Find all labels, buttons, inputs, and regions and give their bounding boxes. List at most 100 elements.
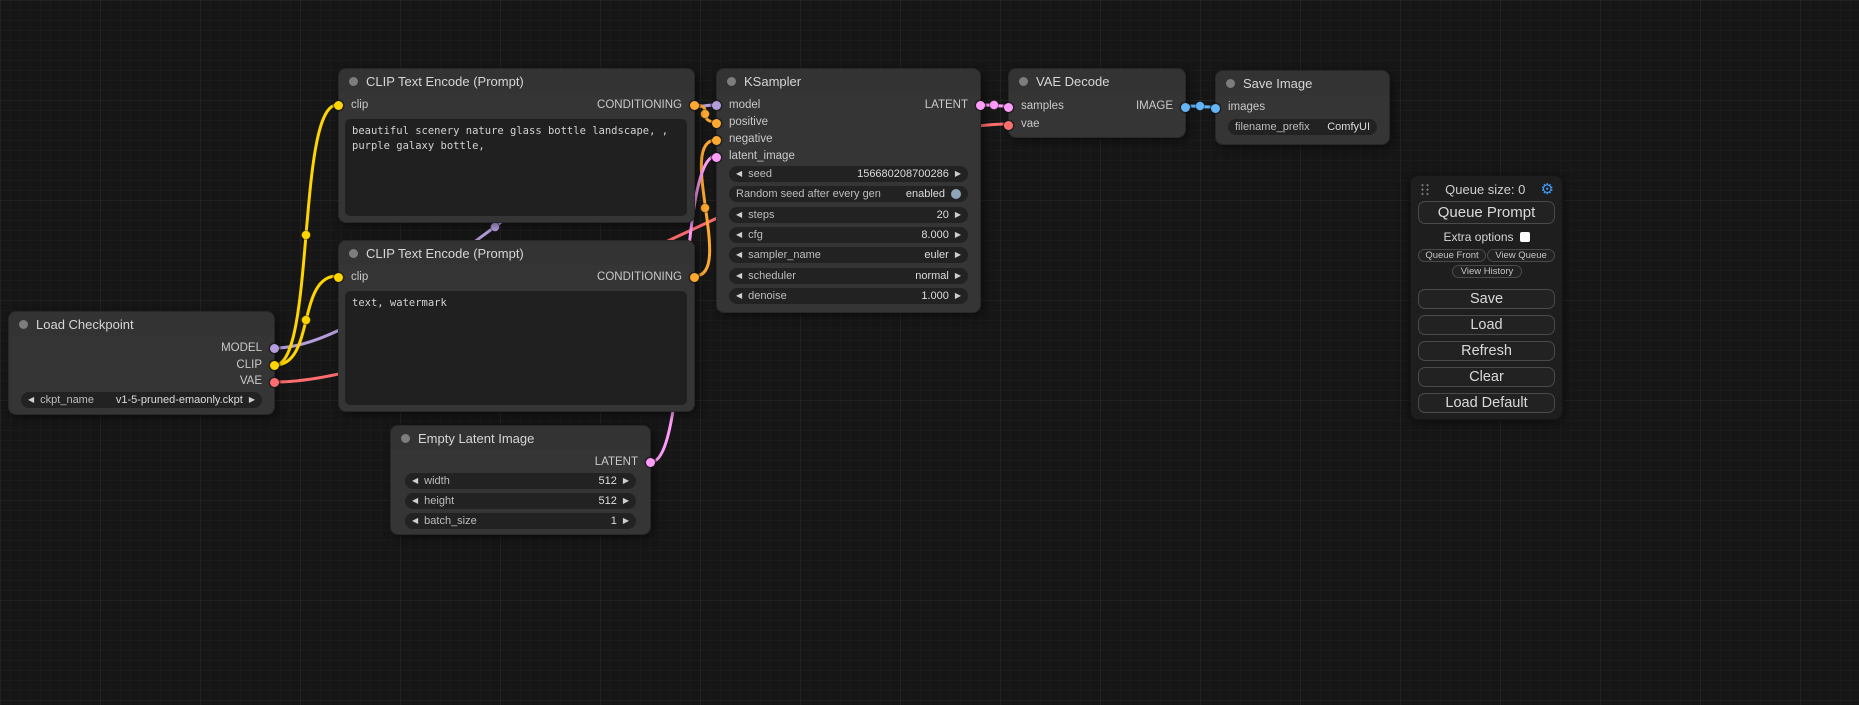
node-title-bar[interactable]: Save Image [1216,71,1389,95]
scheduler-widget[interactable]: ◀ scheduler normal ▶ [729,268,968,284]
slot-dot-latent-output[interactable] [976,101,985,110]
prompt-textarea[interactable]: beautiful scenery nature glass bottle la… [345,119,687,216]
prev-value-arrow-icon[interactable]: ◀ [736,292,742,300]
prev-value-arrow-icon[interactable]: ◀ [736,170,742,178]
prev-value-arrow-icon[interactable]: ◀ [28,396,34,404]
node-title-bar[interactable]: VAE Decode [1009,69,1185,93]
widget-label: cfg [748,229,763,241]
queue-panel-header: Queue size: 0 ⚙ [1419,181,1554,197]
next-value-arrow-icon[interactable]: ▶ [249,396,255,404]
next-value-arrow-icon[interactable]: ▶ [623,497,629,505]
slot-dot-samples-input[interactable] [1004,103,1013,112]
node-vae-decode[interactable]: VAE Decode samples vae IMAGE [1008,68,1186,138]
queue-size-label: Queue size: 0 [1430,182,1541,197]
height-widget[interactable]: ◀ height 512 ▶ [405,493,636,509]
denoise-widget[interactable]: ◀ denoise 1.000 ▶ [729,288,968,304]
slot-dot-latent-output[interactable] [646,458,655,467]
next-value-arrow-icon[interactable]: ▶ [955,272,961,280]
load-default-button[interactable]: Load Default [1418,393,1555,413]
slot-dot-positive-input[interactable] [712,119,721,128]
sampler-name-widget[interactable]: ◀ sampler_name euler ▶ [729,247,968,263]
slot-dot-images-input[interactable] [1211,104,1220,113]
node-title-bar[interactable]: Load Checkpoint [9,312,274,336]
node-save-image[interactable]: Save Image images filename_prefix ComfyU… [1215,70,1390,145]
slot-dot-conditioning-output[interactable] [690,273,699,282]
output-slot-label-conditioning: CONDITIONING [597,271,682,283]
batch-size-widget[interactable]: ◀ batch_size 1 ▶ [405,513,636,529]
extra-options-checkbox[interactable] [1520,232,1530,242]
node-ksampler[interactable]: KSampler model positive negative latent_… [716,68,981,313]
next-value-arrow-icon[interactable]: ▶ [955,292,961,300]
next-value-arrow-icon[interactable]: ▶ [955,231,961,239]
seed-widget[interactable]: ◀ seed 156680208700286 ▶ [729,166,968,182]
prev-value-arrow-icon[interactable]: ◀ [412,477,418,485]
slot-dot-vae-input[interactable] [1004,121,1013,130]
slot-dot-image-output[interactable] [1181,103,1190,112]
next-value-arrow-icon[interactable]: ▶ [623,517,629,525]
node-title: Load Checkpoint [36,317,134,332]
slot-dot-latent-image-input[interactable] [712,153,721,162]
steps-widget[interactable]: ◀ steps 20 ▶ [729,207,968,223]
toggle-knob-icon[interactable] [951,189,961,199]
widget-label: Random seed after every gen [736,188,881,200]
prev-value-arrow-icon[interactable]: ◀ [736,272,742,280]
next-value-arrow-icon[interactable]: ▶ [955,211,961,219]
load-button[interactable]: Load [1418,315,1555,335]
wire-midpoint-dot [302,316,311,325]
node-title-bar[interactable]: KSampler [717,69,980,93]
random-seed-toggle-widget[interactable]: Random seed after every gen enabled [729,186,968,202]
collapse-dot-icon[interactable] [401,434,410,443]
collapse-dot-icon[interactable] [349,249,358,258]
widget-value: 8.000 [769,229,949,241]
node-graph-canvas[interactable]: Load Checkpoint MODEL CLIP VAE ◀ ckpt_na… [0,0,1859,705]
next-value-arrow-icon[interactable]: ▶ [955,170,961,178]
collapse-dot-icon[interactable] [727,77,736,86]
width-widget[interactable]: ◀ width 512 ▶ [405,473,636,489]
slot-dot-model-input[interactable] [712,101,721,110]
slot-dot-clip-input[interactable] [334,101,343,110]
slot-dot-clip-input[interactable] [334,273,343,282]
widget-label: seed [748,168,772,180]
node-title-bar[interactable]: Empty Latent Image [391,426,650,450]
queue-front-button[interactable]: Queue Front [1418,249,1486,262]
node-empty-latent-image[interactable]: Empty Latent Image LATENT ◀ width 512 ▶ … [390,425,651,535]
view-history-button[interactable]: View History [1452,265,1522,278]
prev-value-arrow-icon[interactable]: ◀ [736,231,742,239]
ckpt-name-widget[interactable]: ◀ ckpt_name v1-5-pruned-emaonly.ckpt ▶ [21,392,262,408]
slot-dot-conditioning-output[interactable] [690,101,699,110]
collapse-dot-icon[interactable] [1019,77,1028,86]
filename-prefix-widget[interactable]: filename_prefix ComfyUI [1228,119,1377,135]
slot-dot-clip-output[interactable] [270,361,279,370]
input-slot-label-clip: clip [351,99,368,111]
collapse-dot-icon[interactable] [1226,79,1235,88]
settings-gear-icon[interactable]: ⚙ [1541,182,1554,197]
slot-dot-model-output[interactable] [270,344,279,353]
prev-value-arrow-icon[interactable]: ◀ [412,517,418,525]
slot-dot-negative-input[interactable] [712,136,721,145]
clear-button[interactable]: Clear [1418,367,1555,387]
widget-value: 1 [483,515,617,527]
queue-prompt-button[interactable]: Queue Prompt [1418,201,1555,224]
prev-value-arrow-icon[interactable]: ◀ [736,251,742,259]
widget-value: 20 [780,209,948,221]
cfg-widget[interactable]: ◀ cfg 8.000 ▶ [729,227,968,243]
slot-dot-vae-output[interactable] [270,378,279,387]
collapse-dot-icon[interactable] [349,77,358,86]
next-value-arrow-icon[interactable]: ▶ [955,251,961,259]
save-button[interactable]: Save [1418,289,1555,309]
prev-value-arrow-icon[interactable]: ◀ [412,497,418,505]
refresh-button[interactable]: Refresh [1418,341,1555,361]
node-title-bar[interactable]: CLIP Text Encode (Prompt) [339,241,694,265]
node-title-bar[interactable]: CLIP Text Encode (Prompt) [339,69,694,93]
drag-handle-icon[interactable] [1419,182,1430,196]
prompt-textarea[interactable]: text, watermark [345,291,687,405]
view-queue-button[interactable]: View Queue [1487,249,1555,262]
prev-value-arrow-icon[interactable]: ◀ [736,211,742,219]
node-clip-text-encode-positive[interactable]: CLIP Text Encode (Prompt) clip CONDITION… [338,68,695,223]
collapse-dot-icon[interactable] [19,320,28,329]
widget-label: ckpt_name [40,394,94,406]
input-slot-label-negative: negative [729,133,772,145]
node-clip-text-encode-negative[interactable]: CLIP Text Encode (Prompt) clip CONDITION… [338,240,695,412]
node-load-checkpoint[interactable]: Load Checkpoint MODEL CLIP VAE ◀ ckpt_na… [8,311,275,415]
next-value-arrow-icon[interactable]: ▶ [623,477,629,485]
